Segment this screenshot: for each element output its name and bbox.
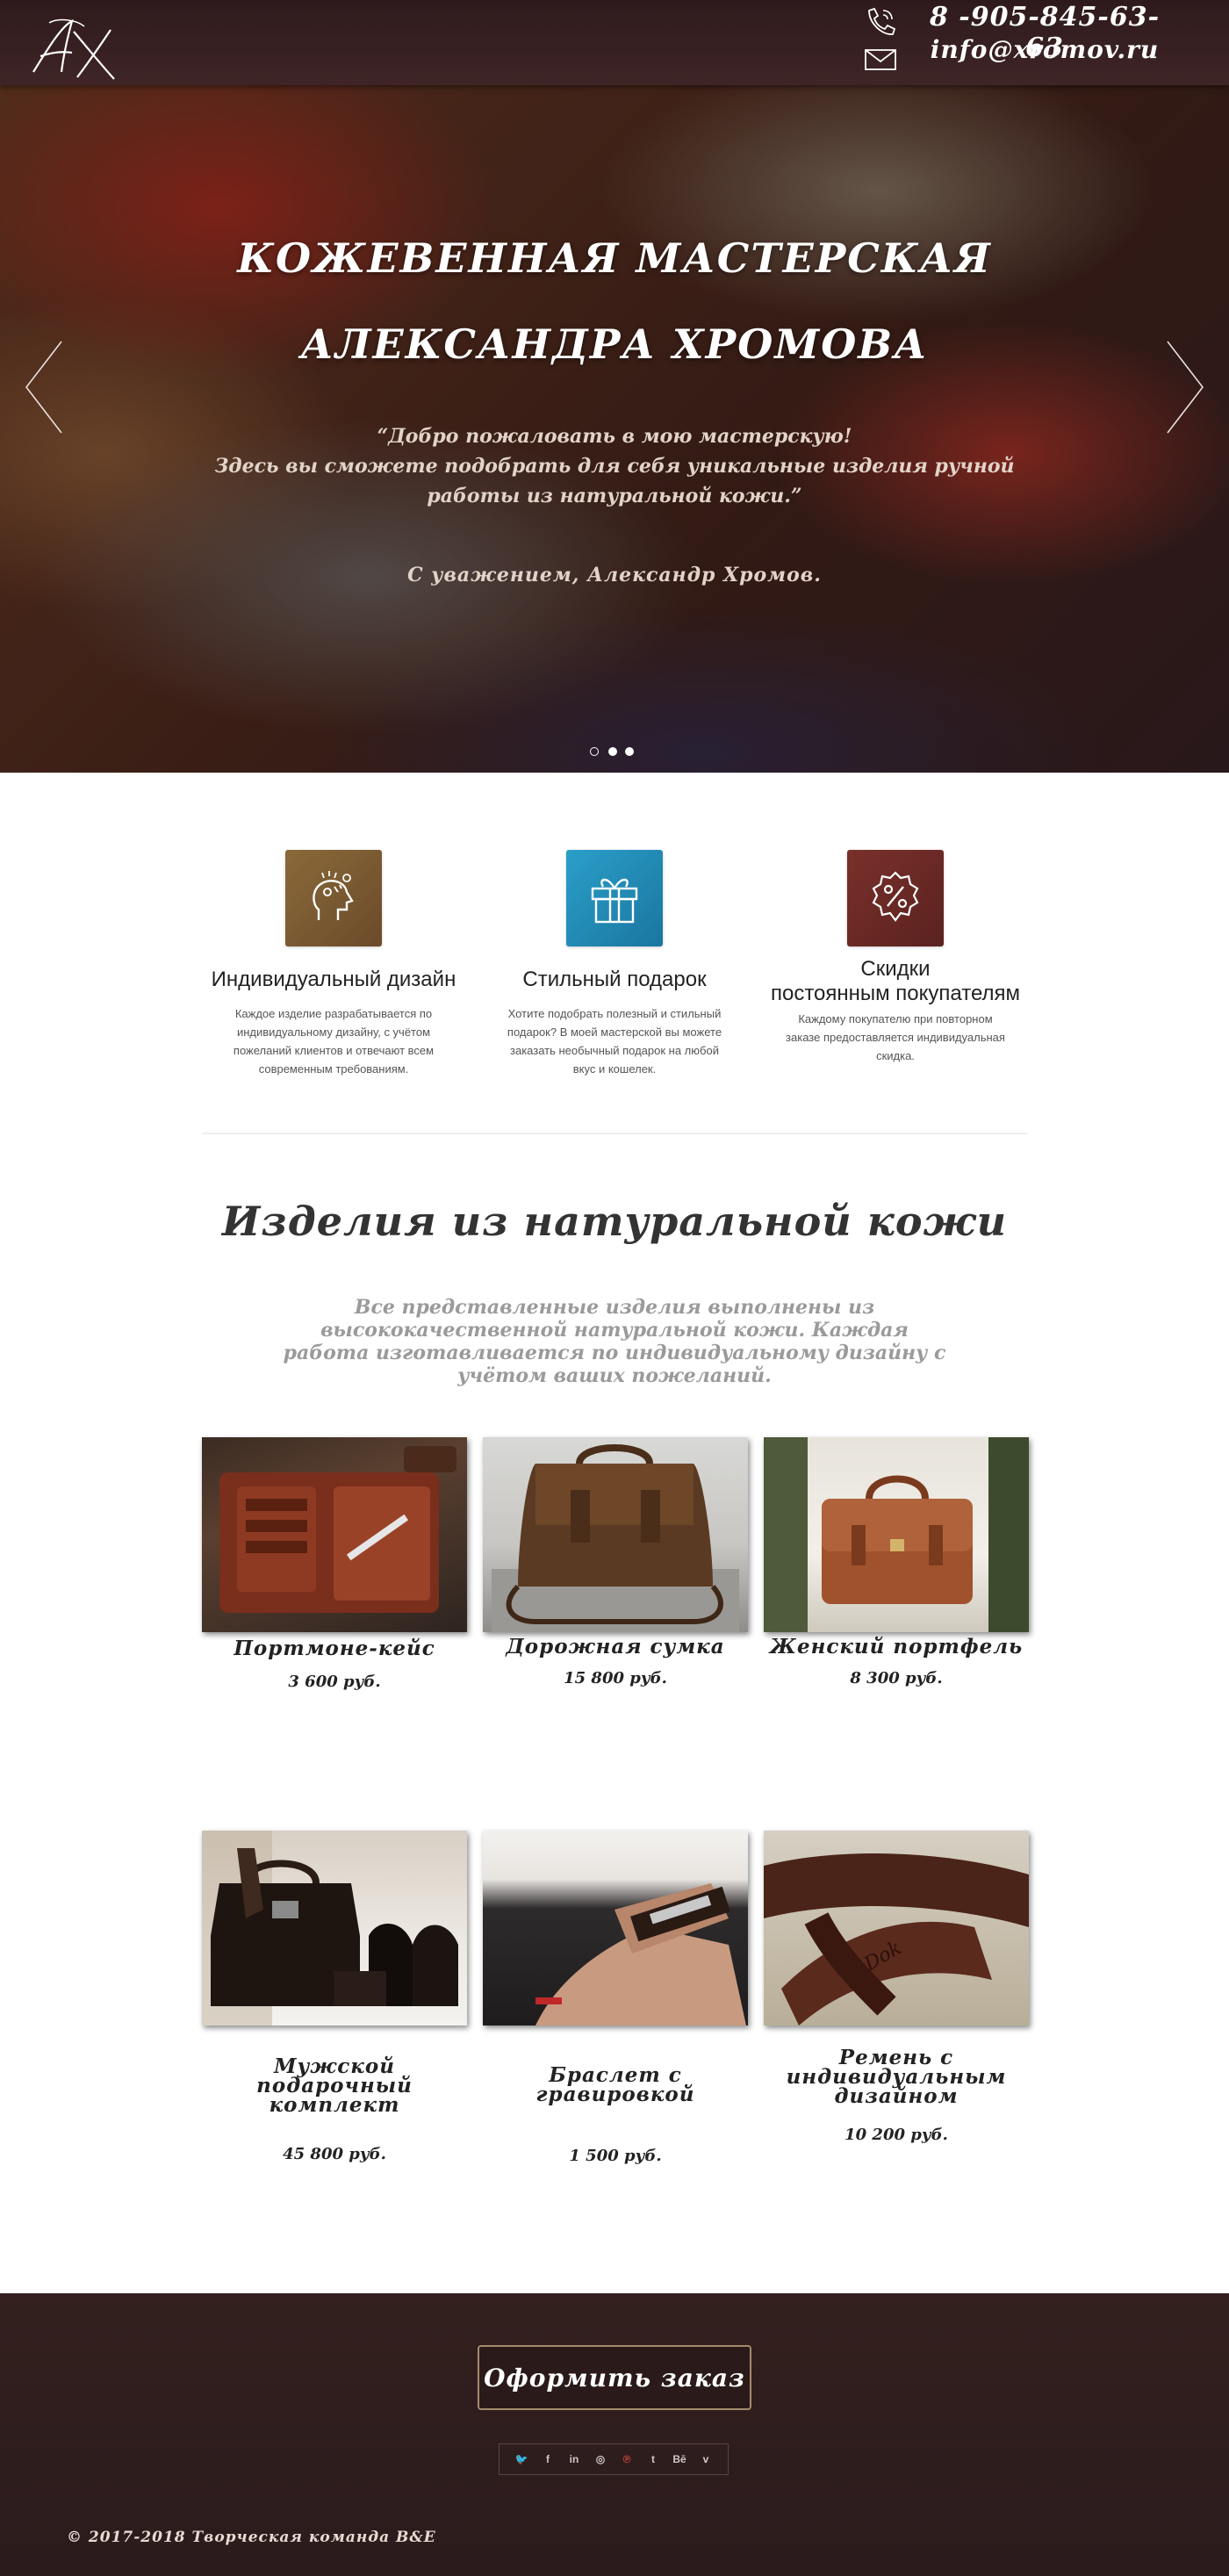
feature-title-line-1: Скидки	[860, 957, 931, 981]
phone-icon[interactable]	[864, 5, 899, 37]
email-address[interactable]: info@xromov.ru	[913, 35, 1176, 64]
site-header: 8 -905-845-63-63 info@xromov.ru	[0, 0, 1229, 85]
social-links: 🐦 f in ◎ ℗ t Bē v	[499, 2443, 729, 2475]
product-price: 8 300 руб.	[850, 1669, 943, 1687]
product-name-line-2: комплект	[269, 2093, 400, 2117]
product-image[interactable]	[483, 1437, 748, 1632]
feature-title: Скидки постоянным покупателям	[764, 957, 1027, 1006]
product-name[interactable]: Ремень с индивидуальным дизайном	[764, 2047, 1029, 2108]
product-card[interactable]: Женский портфель 8 300 руб.	[764, 1437, 1029, 1687]
product-name-line-1: Мужской подарочный	[256, 2054, 413, 2097]
slider-dot-1[interactable]	[590, 747, 599, 756]
hero-title-line-1: КОЖЕВЕННАЯ МАСТЕРСКАЯ	[237, 234, 992, 282]
product-card[interactable]: Браслет с гравировкой 1 500 руб.	[483, 1831, 748, 2165]
product-card[interactable]: Мужской подарочный комплект 45 800 руб.	[202, 1831, 467, 2163]
product-card[interactable]: Dok Ремень с индивидуальным дизайном 10 …	[764, 1831, 1029, 2144]
hero-slider: КОЖЕВЕННАЯ МАСТЕРСКАЯ АЛЕКСАНДРА ХРОМОВА…	[0, 85, 1229, 773]
twitter-icon[interactable]: 🐦	[513, 2450, 530, 2468]
hero-quote-line-1: “Добро пожаловать в мою мастерскую!	[377, 425, 852, 448]
product-image[interactable]	[483, 1831, 748, 2026]
product-image[interactable]	[202, 1437, 467, 1632]
feature-title: Индивидуальный дизайн	[211, 968, 456, 991]
site-footer: Оформить заказ 🐦 f in ◎ ℗ t Bē v © 2017-…	[0, 2293, 1229, 2576]
chevron-right-icon	[1167, 341, 1204, 434]
product-price: 10 200 руб.	[844, 2126, 948, 2144]
tumblr-icon[interactable]: t	[644, 2450, 662, 2468]
slider-dot-2[interactable]	[608, 747, 617, 756]
hero-quote-line-3: работы из натуральной кожи.”	[427, 485, 802, 507]
feature-title-line-2: постоянным покупателям	[770, 982, 1021, 1005]
product-name[interactable]: Браслет с гравировкой	[483, 2065, 748, 2105]
product-name[interactable]: Дорожная сумка	[483, 1637, 748, 1657]
gift-icon	[566, 850, 663, 946]
product-image[interactable]	[764, 1437, 1029, 1632]
mail-icon[interactable]	[864, 47, 897, 72]
product-price: 45 800 руб.	[283, 2145, 386, 2163]
vimeo-icon[interactable]: v	[697, 2450, 715, 2468]
products-description: Все представленные изделия выполнены из …	[283, 1296, 946, 1387]
section-divider	[202, 1133, 1027, 1134]
linkedin-icon[interactable]: in	[565, 2450, 583, 2468]
order-button[interactable]: Оформить заказ	[478, 2345, 751, 2410]
feature-discounts: Скидки постоянным покупателям Каждому по…	[764, 850, 1027, 1065]
dribbble-icon[interactable]: ◎	[592, 2450, 609, 2468]
slider-dot-3[interactable]	[625, 747, 634, 756]
pinterest-icon[interactable]: ℗	[618, 2450, 636, 2468]
slider-prev-arrow[interactable]	[18, 335, 70, 440]
product-card[interactable]: Дорожная сумка 15 800 руб.	[483, 1437, 748, 1687]
product-card[interactable]: Портмоне-кейс 3 600 руб.	[202, 1437, 467, 1691]
product-price: 1 500 руб.	[569, 2147, 662, 2165]
feature-text: Каждому покупателю при повторном заказе …	[786, 1012, 1005, 1062]
feature-text: Каждое изделие разрабатывается по индиви…	[233, 1007, 435, 1076]
hero-signature: С уважением, Александр Хромов.	[407, 564, 822, 586]
product-price: 15 800 руб.	[564, 1669, 667, 1687]
hero-title-line-2: АЛЕКСАНДРА ХРОМОВА	[300, 320, 929, 368]
facebook-icon[interactable]: f	[539, 2450, 557, 2468]
products-title: Изделия из натуральной кожи	[221, 1198, 1008, 1245]
discount-badge-icon	[847, 850, 944, 946]
product-name[interactable]: Мужской подарочный комплект	[202, 2054, 467, 2117]
product-name[interactable]: Женский портфель	[764, 1637, 1029, 1657]
logo-monogram-icon	[32, 18, 115, 80]
head-ideas-icon	[285, 850, 382, 946]
feature-text: Хотите подобрать полезный и стильный под…	[507, 1007, 722, 1076]
contacts: 8 -905-845-63-63 info@xromov.ru	[860, 0, 1229, 85]
slider-dots	[590, 745, 643, 758]
slider-next-arrow[interactable]	[1159, 335, 1211, 440]
behance-icon[interactable]: Bē	[671, 2450, 688, 2468]
product-image[interactable]	[202, 1831, 467, 2026]
hero-quote: “Добро пожаловать в мою мастерскую! Здес…	[202, 421, 1027, 511]
hero-quote-line-2: Здесь вы сможете подобрать для себя уник…	[214, 455, 1015, 478]
feature-individual-design: Индивидуальный дизайн Каждое изделие раз…	[202, 850, 465, 1078]
feature-stylish-gift: Стильный подарок Хотите подобрать полезн…	[483, 850, 746, 1078]
copyright: © 2017-2018 Творческая команда B&E	[67, 2529, 436, 2546]
feature-title: Стильный подарок	[522, 968, 707, 991]
chevron-left-icon	[25, 341, 62, 434]
product-name-line-3: дизайном	[834, 2084, 959, 2108]
product-name[interactable]: Портмоне-кейс	[202, 1638, 467, 1659]
product-image[interactable]: Dok	[764, 1831, 1029, 2026]
product-price: 3 600 руб.	[288, 1673, 381, 1691]
logo[interactable]	[23, 14, 137, 84]
